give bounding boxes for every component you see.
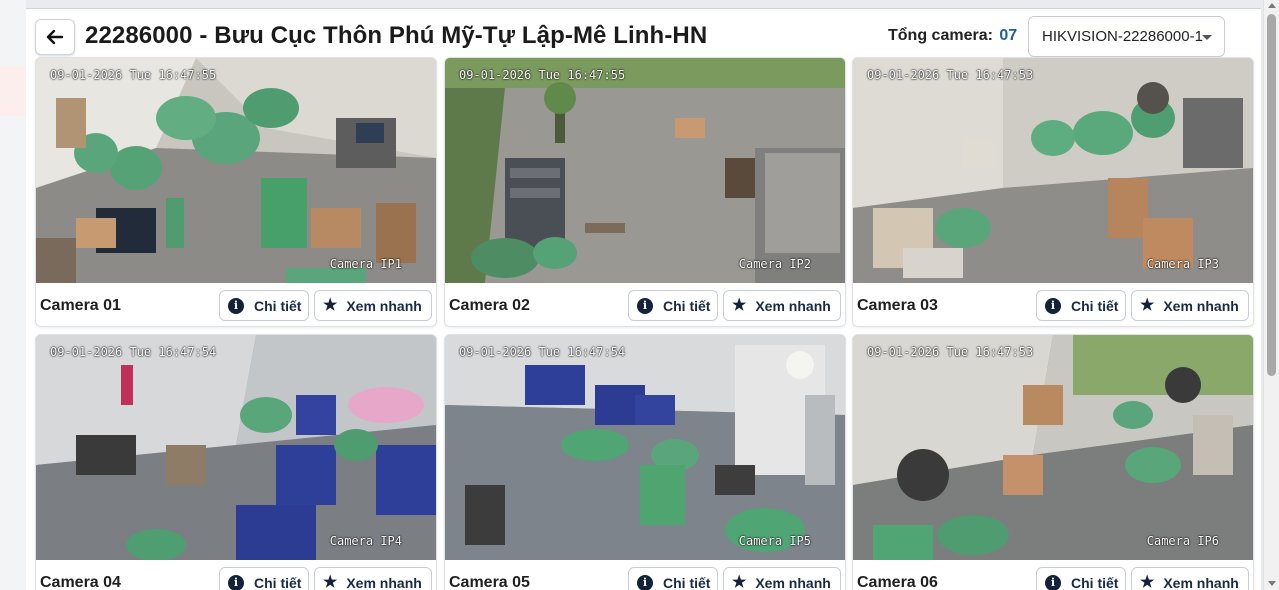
camera-timestamp: 09-01-2026 Tue 16:47:54 [459,345,626,359]
quick-view-button[interactable]: ★ Xem nhanh [723,290,841,321]
camera-count-label: Tổng camera: [888,27,993,44]
chevron-down-icon [1202,35,1212,40]
star-icon: ★ [323,573,338,590]
detail-button[interactable]: i Chi tiết [1036,567,1126,590]
detail-button[interactable]: i Chi tiết [628,567,718,590]
camera-name: Camera 02 [449,297,530,314]
camera-count: Tổng camera: 07 [888,27,1017,45]
camera-feed[interactable]: 09-01-2026 Tue 16:47:53 Camera IP3 [853,58,1253,283]
camera-timestamp: 09-01-2026 Tue 16:47:55 [50,68,217,82]
quick-view-button[interactable]: ★ Xem nhanh [314,567,432,590]
scroll-up-arrow-icon[interactable] [1268,3,1276,8]
camera-timestamp: 09-01-2026 Tue 16:47:53 [867,345,1034,359]
quick-view-button[interactable]: ★ Xem nhanh [1131,290,1249,321]
camera-overlay-label: Camera IP3 [1146,257,1219,271]
camera-timestamp: 09-01-2026 Tue 16:47:55 [459,68,626,82]
detail-button[interactable]: i Chi tiết [1036,290,1126,321]
info-circle-icon: i [1045,297,1061,314]
camera-overlay-label: Camera IP5 [738,534,811,548]
camera-name: Camera 05 [449,574,530,590]
detail-button-label: Chi tiết [1071,574,1119,590]
star-icon: ★ [732,296,747,314]
camera-card: 09-01-2026 Tue 16:47:54 Camera IP5 Camer… [444,334,846,590]
page-title: 22286000 - Bưu Cục Thôn Phú Mỹ-Tự Lập-Mê… [85,22,708,49]
camera-name: Camera 03 [857,297,938,314]
quick-view-button-label: Xem nhanh [1163,574,1239,590]
scrollbar-thumb[interactable] [1267,14,1276,376]
vertical-scrollbar[interactable] [1263,0,1279,590]
detail-button-label: Chi tiết [663,574,711,590]
camera-feed[interactable]: 09-01-2026 Tue 16:47:54 Camera IP4 [36,335,436,560]
info-circle-icon: i [228,574,244,590]
camera-overlay-label: Camera IP1 [329,257,402,271]
back-button[interactable] [35,19,75,55]
quick-view-button[interactable]: ★ Xem nhanh [1131,567,1249,590]
quick-view-button-label: Xem nhanh [346,297,422,314]
detail-button-label: Chi tiết [254,297,302,314]
quick-view-button-label: Xem nhanh [755,297,831,314]
detail-button[interactable]: i Chi tiết [219,567,309,590]
star-icon: ★ [1140,573,1155,590]
detail-button-label: Chi tiết [254,574,302,590]
detail-button-label: Chi tiết [1071,297,1119,314]
camera-name: Camera 06 [857,574,938,590]
info-circle-icon: i [228,297,244,314]
star-icon: ★ [1140,296,1155,314]
camera-select-value: HIKVISION-22286000-1 [1042,28,1203,45]
camera-card: 09-01-2026 Tue 16:47:53 Camera IP3 Camer… [852,57,1254,327]
camera-card: 09-01-2026 Tue 16:47:55 Camera IP1 Camer… [35,57,437,327]
star-icon: ★ [732,573,747,590]
camera-name: Camera 01 [40,297,121,314]
star-icon: ★ [323,296,338,314]
arrow-left-icon [46,29,64,45]
quick-view-button[interactable]: ★ Xem nhanh [723,567,841,590]
camera-card: 09-01-2026 Tue 16:47:55 Camera IP2 Camer… [444,57,846,327]
detail-button-label: Chi tiết [663,297,711,314]
camera-feed[interactable]: 09-01-2026 Tue 16:47:55 Camera IP2 [445,58,845,283]
scroll-down-arrow-icon[interactable] [1268,581,1276,586]
quick-view-button-label: Xem nhanh [755,574,831,590]
camera-select[interactable]: HIKVISION-22286000-1 [1028,16,1225,57]
detail-button[interactable]: i Chi tiết [628,290,718,321]
camera-feed[interactable]: 09-01-2026 Tue 16:47:55 Camera IP1 [36,58,436,283]
camera-timestamp: 09-01-2026 Tue 16:47:54 [50,345,217,359]
camera-overlay-label: Camera IP2 [738,257,811,271]
info-circle-icon: i [1045,574,1061,590]
info-circle-icon: i [637,574,653,590]
camera-feed[interactable]: 09-01-2026 Tue 16:47:54 Camera IP5 [445,335,845,560]
camera-panel: 22286000 - Bưu Cục Thôn Phú Mỹ-Tự Lập-Mê… [26,8,1261,590]
info-circle-icon: i [637,297,653,314]
camera-timestamp: 09-01-2026 Tue 16:47:53 [867,68,1034,82]
camera-name: Camera 04 [40,574,121,590]
camera-card: 09-01-2026 Tue 16:47:54 Camera IP4 Camer… [35,334,437,590]
quick-view-button[interactable]: ★ Xem nhanh [314,290,432,321]
detail-button[interactable]: i Chi tiết [219,290,309,321]
camera-feed[interactable]: 09-01-2026 Tue 16:47:53 Camera IP6 [853,335,1253,560]
camera-overlay-label: Camera IP6 [1146,534,1219,548]
camera-overlay-label: Camera IP4 [329,534,402,548]
quick-view-button-label: Xem nhanh [346,574,422,590]
camera-count-value: 07 [999,27,1018,44]
quick-view-button-label: Xem nhanh [1163,297,1239,314]
camera-card: 09-01-2026 Tue 16:47:53 Camera IP6 Camer… [852,334,1254,590]
left-sidebar-active-item[interactable] [0,66,26,116]
